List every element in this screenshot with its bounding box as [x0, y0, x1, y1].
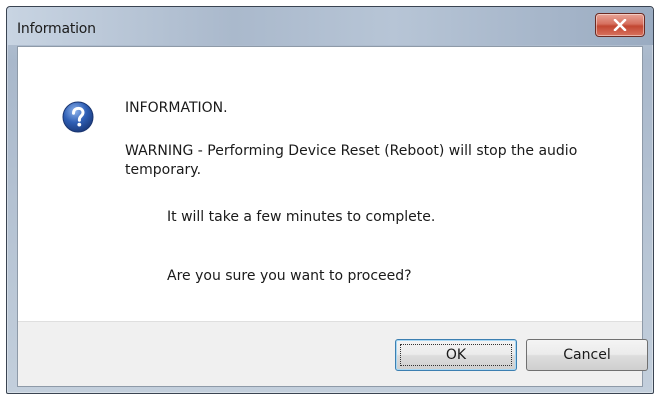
screen: Information INFORMATION. WARNING - Perfo…: [0, 0, 658, 397]
close-icon: [613, 19, 627, 31]
ok-button[interactable]: OK: [395, 339, 517, 371]
warning-message: WARNING - Performing Device Reset (Reboo…: [125, 143, 578, 178]
ok-button-label: OK: [445, 347, 467, 363]
button-bar: OK Cancel: [18, 321, 648, 386]
cancel-button-label: Cancel: [563, 347, 611, 363]
dialog-window: Information INFORMATION. WARNING - Perfo…: [6, 6, 654, 394]
question-icon: [62, 101, 94, 133]
cancel-button[interactable]: Cancel: [526, 339, 648, 371]
confirm-message: Are you sure you want to proceed?: [167, 268, 412, 284]
message-heading: INFORMATION.: [125, 100, 228, 116]
title-bar[interactable]: Information: [7, 7, 653, 45]
dialog-body: INFORMATION. WARNING - Performing Device…: [17, 46, 648, 387]
duration-message: It will take a few minutes to complete.: [167, 209, 436, 225]
window-title: Information: [17, 21, 96, 37]
close-button[interactable]: [595, 13, 645, 37]
